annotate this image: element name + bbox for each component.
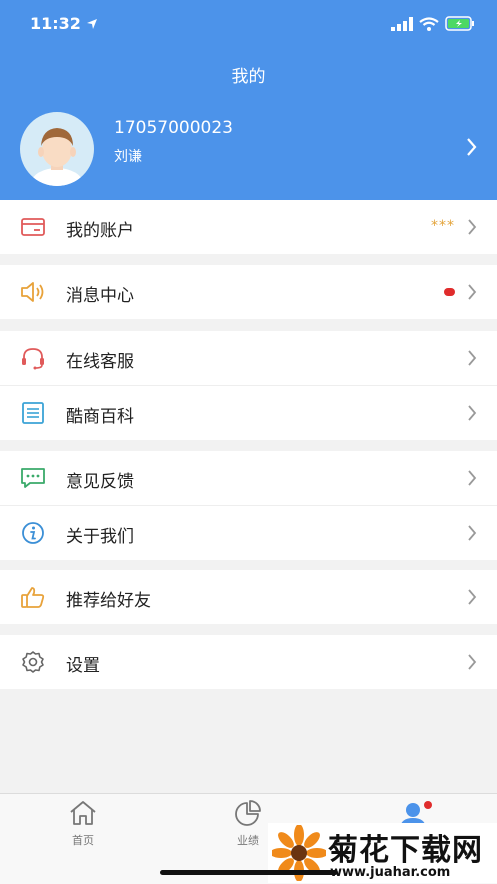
profile-name: 刘谦 [114,149,142,165]
speaker-icon [21,282,44,302]
menu-group-messages: 消息中心 [0,265,497,319]
location-arrow-icon [87,19,97,29]
menu-group-help: 在线客服 酷商百科 [0,331,497,440]
card-icon [21,218,45,236]
menu-item-label: 在线客服 [66,352,134,372]
chevron-right-icon [468,470,477,486]
home-indicator [160,870,338,875]
wifi-icon [419,16,439,31]
battery-icon [445,16,474,31]
tab-label: 首页 [72,834,94,847]
menu-item-wiki[interactable]: 酷商百科 [0,386,497,440]
chevron-right-icon [468,525,477,541]
menu-item-label: 我的账户 [66,221,134,241]
watermark-url: www.juahar.com [330,865,451,880]
status-time: 11:32 [30,14,81,33]
watermark-title: 菊花下载网 [328,833,483,868]
menu-item-label: 酷商百科 [66,407,134,427]
menu-item-label: 设置 [66,656,100,676]
menu-item-service[interactable]: 在线客服 [0,331,497,386]
home-icon [70,801,96,825]
menu-item-settings[interactable]: 设置 [0,635,497,689]
chevron-right-icon [468,350,477,366]
signal-icon [391,16,413,31]
unread-badge [444,288,455,296]
menu-item-about[interactable]: 关于我们 [0,506,497,560]
menu-item-label: 意见反馈 [66,472,134,492]
pie-chart-icon [235,800,261,826]
menu-group-share: 推荐给好友 [0,570,497,624]
avatar-image [31,128,83,186]
menu-item-messages[interactable]: 消息中心 [0,265,497,319]
menu-item-feedback[interactable]: 意见反馈 [0,451,497,506]
info-icon [22,522,44,544]
chat-icon [21,468,45,488]
chevron-right-icon [468,284,477,300]
profile-header: 11:32 我的 17057000023 刘谦 [0,0,497,200]
tab-home[interactable]: 首页 [23,800,143,848]
menu-item-account[interactable]: 我的账户 *** [0,200,497,254]
chevron-right-icon [468,654,477,670]
menu-group-settings: 设置 [0,635,497,689]
menu-group-info: 意见反馈 关于我们 [0,451,497,560]
chevron-right-icon [468,219,477,235]
menu-group-account: 我的账户 *** [0,200,497,254]
profile-phone[interactable]: 17057000023 [114,118,233,138]
headset-icon [22,348,44,370]
chevron-right-icon[interactable] [467,138,477,156]
thumbs-up-icon [21,587,45,608]
page-title: 我的 [231,67,266,87]
chevron-right-icon [468,405,477,421]
account-masked-value: *** [431,218,455,234]
gear-icon [22,651,44,673]
chevron-right-icon [468,589,477,605]
status-bar: 11:32 [30,14,475,36]
menu-item-recommend[interactable]: 推荐给好友 [0,570,497,624]
avatar[interactable] [20,112,94,186]
document-icon [22,402,44,424]
menu-item-label: 推荐给好友 [66,591,151,611]
menu-item-label: 消息中心 [66,286,134,306]
menu-item-label: 关于我们 [66,527,134,547]
